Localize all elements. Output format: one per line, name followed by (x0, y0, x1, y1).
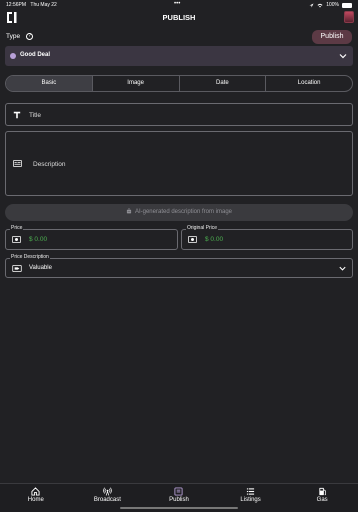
listings-icon (246, 488, 255, 495)
robot-icon (126, 208, 132, 214)
nav-label-home: Home (27, 497, 44, 503)
ai-description-label: AI-generated description from image (134, 209, 233, 215)
chevron-down-icon (339, 266, 346, 271)
chevron-down-icon (339, 54, 347, 59)
tab-location[interactable]: Location (265, 76, 352, 91)
nav-item-gas[interactable]: Gas (286, 484, 358, 512)
type-label: Type (6, 33, 21, 40)
broadcast-icon (103, 487, 112, 496)
price-value: $ 0.00 (29, 236, 48, 243)
price-label: Price (10, 225, 24, 231)
wifi-icon (317, 3, 323, 7)
status-bar: 12:56PM Thu May 22 ••• 100% (0, 0, 358, 10)
description-input[interactable]: Description (5, 131, 353, 196)
type-row: Type ? Publish (6, 30, 352, 44)
price-description-label: Price Description (10, 254, 50, 260)
tab-basic[interactable]: Basic (6, 76, 92, 91)
publish-button[interactable]: Publish (312, 30, 352, 44)
price-description-select[interactable]: Price Description Valuable (5, 254, 353, 278)
multitask-dots-icon[interactable]: ••• (174, 1, 180, 7)
nav-item-home[interactable]: Home (0, 484, 72, 512)
tab-bar: Basic Image Date Location (5, 75, 353, 92)
price-description-value: Valuable (29, 265, 52, 271)
tab-date[interactable]: Date (178, 76, 266, 91)
help-icon[interactable]: ? (26, 33, 33, 40)
home-icon (31, 487, 40, 496)
battery-percent: 100% (326, 2, 339, 8)
description-icon (13, 160, 22, 167)
battery-icon (342, 2, 352, 8)
location-icon (309, 3, 314, 7)
money-icon (12, 236, 21, 243)
title-placeholder: Title (29, 112, 42, 119)
publish-icon (174, 487, 184, 496)
page-title: PUBLISH (162, 13, 196, 22)
home-indicator[interactable] (120, 507, 238, 509)
category-select[interactable]: Good Deal (5, 46, 353, 66)
price-input[interactable]: Price $ 0.00 (5, 225, 178, 250)
nav-label-gas: Gas (316, 497, 328, 503)
status-time: 12:56PM (6, 2, 27, 8)
description-placeholder: Description (33, 161, 66, 168)
nav-label-publish: Publish (169, 497, 189, 503)
original-price-label: Original Price (186, 225, 219, 231)
avatar[interactable] (344, 11, 354, 23)
original-price-input[interactable]: Original Price $ 0.00 (181, 225, 353, 250)
gas-icon (319, 487, 326, 496)
original-price-value: $ 0.00 (205, 236, 224, 243)
header: PUBLISH (0, 11, 358, 25)
tag-icon (12, 265, 22, 272)
money-icon (188, 236, 197, 243)
publish-screen: 12:56PM Thu May 22 ••• 100% PUBLISH Type… (0, 0, 358, 512)
nav-label-listings: Listings (240, 497, 261, 503)
category-label: Good Deal (20, 52, 51, 58)
category-dot-icon (10, 53, 16, 59)
title-input[interactable]: Title (5, 103, 353, 126)
nav-label-broadcast: Broadcast (93, 497, 121, 503)
text-format-icon (13, 111, 21, 119)
status-date: Thu May 22 (30, 2, 57, 8)
ai-description-button[interactable]: AI-generated description from image (5, 204, 353, 221)
tab-image[interactable]: Image (91, 76, 179, 91)
